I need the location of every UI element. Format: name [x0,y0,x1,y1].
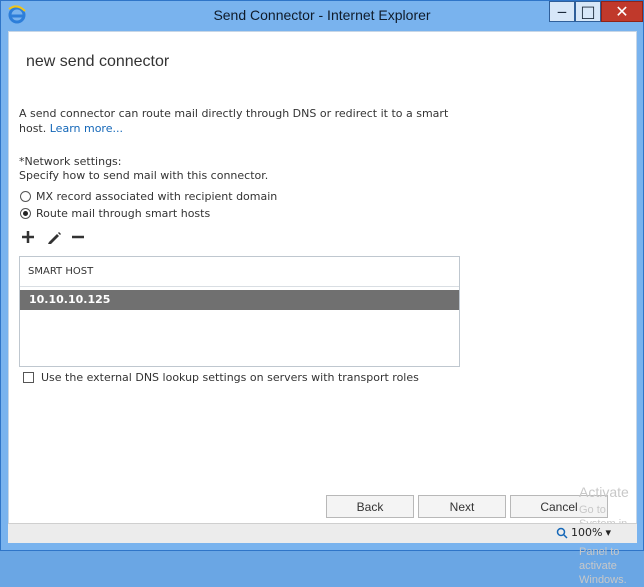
dns-lookup-label: Use the external DNS lookup settings on … [41,371,419,384]
zoom-level: 100% [571,526,603,539]
radio-smart-hosts-button[interactable] [20,208,31,219]
status-bar: 100% ▾ [8,523,637,543]
browser-window: Send Connector - Internet Explorer ‒ □ ✕… [0,0,644,586]
network-settings-label: *Network settings: [19,155,122,168]
minimize-button[interactable]: ‒ [549,1,575,22]
radio-mx-record-label: MX record associated with recipient doma… [36,190,278,203]
radio-smart-hosts-label: Route mail through smart hosts [36,207,211,220]
title-bar: Send Connector - Internet Explorer ‒ □ ✕ [1,1,643,31]
radio-smart-hosts[interactable]: Route mail through smart hosts [20,207,210,220]
minimize-icon: ‒ [556,2,568,21]
watermark-title: Activate [579,484,629,500]
description: A send connector can route mail directly… [19,106,459,136]
radio-mx-record[interactable]: MX record associated with recipient doma… [20,190,277,203]
radio-mx-record-button[interactable] [20,191,31,202]
page-title: new send connector [26,53,170,70]
add-icon[interactable] [20,229,36,245]
dialog-content: new send connector A send connector can … [8,31,637,586]
zoom-icon [556,527,568,539]
window-title: Send Connector - Internet Explorer [213,7,431,23]
smart-host-toolbar [20,228,86,246]
network-settings-help: Specify how to send mail with this conne… [19,169,269,182]
next-button[interactable]: Next [418,495,506,518]
smart-host-column-header: SMART HOST [20,257,459,287]
dns-lookup-checkbox[interactable] [23,372,34,383]
smart-host-table: SMART HOST 10.10.10.125 [19,256,460,367]
zoom-dropdown-icon: ▾ [605,526,611,539]
watermark-subtitle: Go to System in Control Panel to activat… [579,504,627,586]
close-icon: ✕ [615,2,629,21]
zoom-control[interactable]: 100% ▾ [556,526,611,539]
learn-more-link[interactable]: Learn more... [50,122,123,135]
maximize-icon: □ [580,2,596,21]
maximize-button[interactable]: □ [575,1,601,22]
table-row[interactable]: 10.10.10.125 [20,290,459,310]
remove-icon[interactable] [70,229,86,245]
close-button[interactable]: ✕ [601,1,643,22]
back-button[interactable]: Back [326,495,414,518]
dns-lookup-option[interactable]: Use the external DNS lookup settings on … [23,371,419,384]
edit-icon[interactable] [45,229,61,245]
